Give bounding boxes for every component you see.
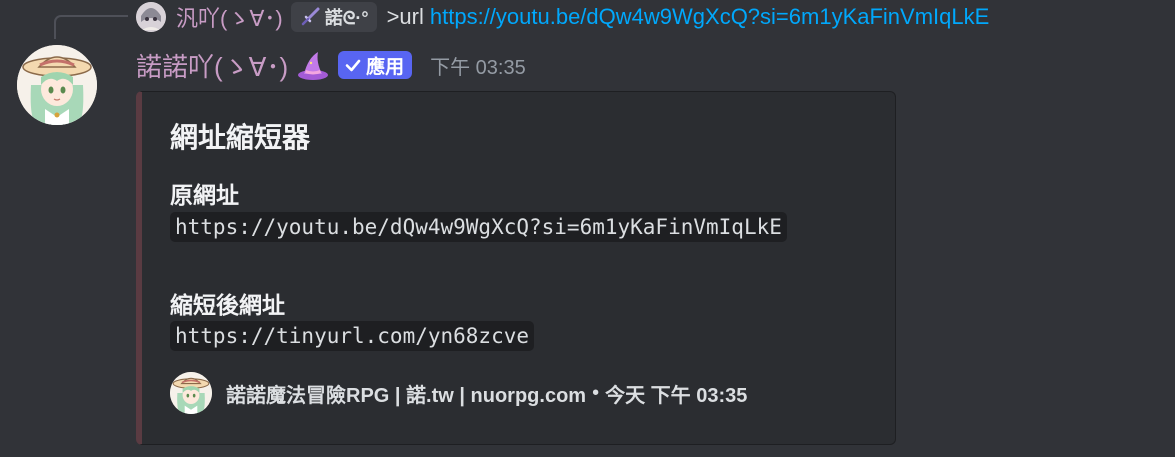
message-header: 諾諾吖(ゝ∀･) 應用 下午 03:35 <box>136 45 526 85</box>
avatar[interactable] <box>17 45 97 125</box>
anime-avatar-icon <box>17 45 97 125</box>
guild-tag[interactable]: 諾ᘓ·° <box>290 2 377 32</box>
embed-footer: 諾諾魔法冒險RPG | 諾.tw | nuorpg.com • 今天 下午 03… <box>170 372 747 414</box>
field-short-url-value: https://tinyurl.com/yn68zcve <box>170 321 535 351</box>
footer-timestamp: 今天 下午 03:35 <box>605 384 748 407</box>
anime-avatar-icon <box>136 2 166 32</box>
guild-tag-label: 諾ᘓ·° <box>324 8 369 28</box>
footer-text: 諾諾魔法冒險RPG | 諾.tw | nuorpg.com <box>226 384 587 407</box>
witch-hat-icon <box>298 52 329 80</box>
field-original-url-value: https://youtu.be/dQw4w9WgXcQ?si=6m1yKaFi… <box>170 212 787 242</box>
app-badge: 應用 <box>338 51 413 79</box>
embed-card: 網址縮短器 原網址 https://youtu.be/dQw4w9WgXcQ?s… <box>136 91 896 445</box>
sword-icon <box>301 7 320 26</box>
reply-link[interactable]: https://youtu.be/dQw4w9WgXcQ?si=6m1yKaFi… <box>430 4 989 30</box>
footer-icon <box>170 372 212 414</box>
field-short-url-name: 縮短後網址 <box>170 292 285 318</box>
reply-spine <box>54 15 128 39</box>
footer-separator: • <box>592 381 600 404</box>
reply-reference[interactable]: 汎吖(ゝ∀･) 諾ᘓ·° >url https://youtu.be/dQw4w… <box>136 0 989 34</box>
field-original-url-name: 原網址 <box>170 182 239 208</box>
message-timestamp[interactable]: 下午 03:35 <box>430 51 526 80</box>
reply-avatar[interactable] <box>136 2 166 32</box>
author-name[interactable]: 諾諾吖(ゝ∀･) <box>136 47 288 84</box>
app-badge-label: 應用 <box>366 56 405 78</box>
chat-message: 汎吖(ゝ∀･) 諾ᘓ·° >url https://youtu.be/dQw4w… <box>0 0 1175 457</box>
reply-text: >url <box>386 4 424 29</box>
reply-author[interactable]: 汎吖(ゝ∀･) <box>176 1 283 33</box>
anime-avatar-icon <box>170 372 212 414</box>
embed-title: 網址縮短器 <box>170 122 311 153</box>
check-icon <box>345 59 361 72</box>
